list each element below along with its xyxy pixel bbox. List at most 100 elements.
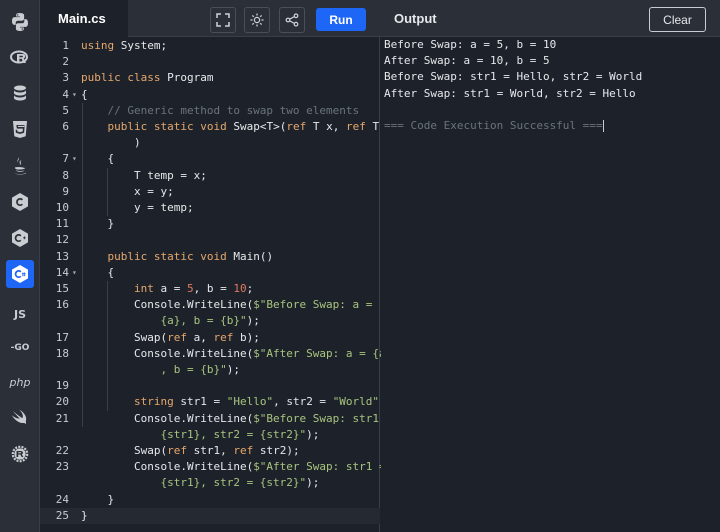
code-line: 4 ▾ {	[40, 87, 380, 103]
line-number: 20	[55, 395, 69, 409]
code-text: }	[81, 492, 115, 506]
fullscreen-icon	[216, 13, 230, 27]
php-icon: php	[9, 375, 31, 389]
sun-icon	[250, 13, 264, 27]
language-r-button[interactable]	[6, 44, 34, 72]
share-button[interactable]	[279, 7, 305, 33]
code-text: Console.WriteLine($"Before Swap: str1 =	[81, 411, 393, 425]
language-c-button[interactable]	[6, 188, 34, 216]
line-number: 3	[62, 71, 69, 85]
code-line: )	[40, 135, 380, 151]
code-line: 18 Console.WriteLine($"After Swap: a = {…	[40, 346, 393, 362]
code-line: 14 ▾ {	[40, 265, 380, 281]
text-cursor	[602, 120, 604, 132]
indent-guide	[107, 167, 108, 217]
swift-icon	[11, 409, 27, 425]
code-line: 16 Console.WriteLine($"Before Swap: a =	[40, 297, 380, 313]
indent-guide	[82, 102, 83, 427]
code-line: 11 }	[40, 216, 380, 232]
output-line: Before Swap: a = 5, b = 10	[384, 38, 557, 51]
go-icon: -GO	[10, 343, 30, 353]
clear-button[interactable]: Clear	[649, 7, 706, 32]
code-editor[interactable]: 1 using System; 2 3 public class Program 4 ▾{5…	[40, 37, 393, 532]
code-line: 10 y = temp;	[40, 200, 380, 216]
code-text: {str1}, str2 = {str2}");	[81, 476, 320, 490]
line-number: 18	[55, 346, 69, 360]
java-icon	[14, 157, 27, 175]
cpp-icon	[12, 229, 28, 247]
language-rust-button[interactable]	[6, 440, 34, 468]
code-line: 24 }	[40, 492, 380, 508]
fullscreen-button[interactable]	[210, 7, 236, 33]
code-line: 22 Swap(ref str1, ref str2);	[40, 443, 380, 459]
run-button[interactable]: Run	[316, 8, 366, 31]
code-text: public static void Swap<T>(ref T x, ref …	[107, 120, 393, 133]
fold-chevron-icon[interactable]: ▾	[72, 151, 77, 167]
line-number: 14	[55, 265, 69, 279]
code-text: x = y;	[81, 184, 174, 198]
code-text: }	[81, 508, 88, 522]
theme-toggle-button[interactable]	[244, 7, 270, 33]
fold-chevron-icon[interactable]: ▾	[72, 87, 77, 103]
code-text: y = temp;	[81, 201, 194, 214]
code-text: Swap(ref str1, ref str2);	[81, 444, 300, 457]
output-line: After Swap: str1 = World, str2 = Hello	[384, 86, 636, 100]
r-icon	[10, 50, 28, 64]
code-line: 5 // Generic method to swap two elements	[40, 103, 380, 119]
line-number: 4	[62, 87, 69, 101]
language-csharp-button[interactable]	[6, 260, 34, 288]
code-line: 1 using System;	[40, 38, 380, 54]
line-number: 17	[55, 330, 69, 344]
language-java-button[interactable]	[6, 152, 34, 180]
code-text: T temp = x;	[81, 168, 207, 182]
line-number: 10	[55, 201, 69, 214]
code-text: // Generic method to swap two elements	[81, 103, 360, 117]
python-icon	[12, 13, 28, 31]
indent-guide	[107, 281, 108, 411]
line-number: 15	[55, 282, 69, 295]
language-html5-button[interactable]	[6, 116, 34, 144]
code-text: using System;	[81, 39, 168, 52]
line-number: 6	[62, 120, 69, 133]
code-text: Console.WriteLine($"After Swap: a = {a}	[81, 346, 393, 360]
code-text: public class Program	[81, 71, 214, 85]
code-line: 9 x = y;	[40, 184, 380, 200]
code-line: 15 int a = 5, b = 10;	[40, 281, 380, 297]
fold-chevron-icon[interactable]: ▾	[72, 265, 77, 281]
code-line: 25}	[40, 507, 380, 524]
output-panel: Before Swap: a = 5, b = 10 After Swap: a …	[381, 37, 720, 532]
html5-icon	[13, 121, 27, 138]
code-line: 23 Console.WriteLine($"After Swap: str1 …	[40, 459, 386, 475]
toolbar: Main.cs Run Output Clear	[40, 0, 720, 37]
code-line: , b = {b}");	[40, 362, 380, 378]
execution-status: === Code Execution Successful ===	[384, 119, 604, 132]
file-tab[interactable]: Main.cs	[40, 0, 128, 37]
language-php-button[interactable]: php	[6, 368, 34, 396]
code-line: {str1}, str2 = {str2}");	[40, 427, 380, 443]
code-text: Console.WriteLine($"Before Swap: a =	[81, 298, 373, 312]
code-line: {a}, b = {b}");	[40, 313, 380, 329]
language-sidebar: JS -GO php	[0, 0, 40, 532]
line-number: 22	[55, 444, 69, 457]
line-number: 13	[55, 249, 69, 263]
code-text: )	[81, 136, 141, 150]
line-number: 16	[55, 298, 69, 312]
language-swift-button[interactable]	[6, 404, 34, 432]
online-compiler: JS -GO php Main.cs Run Output Clear 1 using…	[0, 0, 720, 532]
output-title: Output	[394, 11, 437, 26]
language-go-button[interactable]: -GO	[6, 334, 34, 362]
code-line: 2	[40, 54, 380, 70]
line-number: 7	[62, 152, 69, 166]
language-sql-button[interactable]	[6, 80, 34, 108]
language-python-button[interactable]	[6, 8, 34, 36]
language-js-button[interactable]: JS	[6, 300, 34, 328]
line-number: 2	[62, 55, 69, 69]
code-text: , b = {b}");	[81, 363, 240, 376]
csharp-icon	[12, 265, 28, 283]
code-text: {	[81, 152, 115, 166]
output-line: Before Swap: str1 = Hello, str2 = World	[384, 70, 643, 84]
code-text: }	[81, 217, 115, 231]
language-cpp-button[interactable]	[6, 224, 34, 252]
line-number: 8	[62, 168, 69, 182]
code-text: {	[81, 265, 115, 279]
